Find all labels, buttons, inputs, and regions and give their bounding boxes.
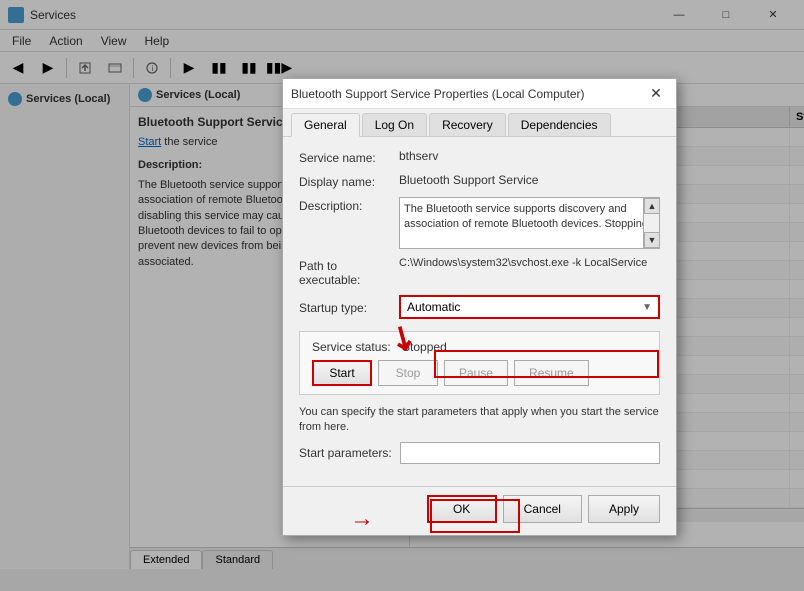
display-name-label: Display name: — [299, 173, 399, 189]
stop-button[interactable]: Stop — [378, 360, 438, 386]
description-text: The Bluetooth service supports discovery… — [404, 203, 648, 230]
dialog-tab-recovery[interactable]: Recovery — [429, 113, 506, 136]
cancel-button[interactable]: Cancel — [503, 495, 582, 523]
params-row: Start parameters: — [299, 442, 660, 464]
params-section: You can specify the start parameters tha… — [299, 405, 660, 464]
dropdown-arrow-icon: ▼ — [642, 302, 652, 313]
display-name-row: Display name: Bluetooth Support Service — [299, 173, 660, 189]
status-label-text: Service status: Stopped — [312, 340, 647, 354]
apply-button[interactable]: Apply — [588, 495, 660, 523]
description-field-label: Description: — [299, 197, 399, 213]
params-note: You can specify the start parameters tha… — [299, 405, 660, 436]
description-scrollbar[interactable]: ▲ ▼ — [643, 198, 659, 248]
resume-button[interactable]: Resume — [514, 360, 589, 386]
scroll-up-arrow[interactable]: ▲ — [644, 198, 660, 214]
dialog-tabs: General Log On Recovery Dependencies — [283, 109, 676, 137]
display-name-value: Bluetooth Support Service — [399, 173, 660, 187]
dialog-tab-general[interactable]: General — [291, 113, 360, 137]
status-buttons: Start Stop Pause Resume — [312, 360, 647, 386]
service-name-label: Service name: — [299, 149, 399, 165]
path-value: C:\Windows\system32\svchost.exe -k Local… — [399, 257, 647, 269]
startup-type-value: Automatic — [407, 300, 460, 314]
dialog-close-button[interactable]: ✕ — [644, 82, 668, 106]
dialog-tab-dependencies[interactable]: Dependencies — [508, 113, 611, 136]
pause-button[interactable]: Pause — [444, 360, 508, 386]
dialog-content: Service name: bthserv Display name: Blue… — [283, 137, 676, 486]
description-row: Description: The Bluetooth service suppo… — [299, 197, 660, 249]
startup-type-label: Startup type: — [299, 299, 399, 315]
status-section: Service status: Stopped Start Stop Pause… — [299, 331, 660, 395]
scroll-down-arrow[interactable]: ▼ — [644, 232, 660, 248]
service-name-value: bthserv — [399, 149, 660, 163]
params-label: Start parameters: — [299, 446, 392, 460]
description-field: The Bluetooth service supports discovery… — [399, 197, 660, 249]
startup-type-row: Startup type: Automatic ▼ — [299, 295, 660, 319]
status-label: Service status: — [312, 340, 391, 354]
path-label: Path to executable: — [299, 257, 399, 287]
dialog-tab-logon[interactable]: Log On — [362, 113, 427, 136]
params-input[interactable] — [400, 442, 660, 464]
dialog-buttons: OK Cancel Apply — [283, 486, 676, 535]
dialog-title-bar: Bluetooth Support Service Properties (Lo… — [283, 79, 676, 109]
service-name-row: Service name: bthserv — [299, 149, 660, 165]
start-button[interactable]: Start — [312, 360, 372, 386]
modal-overlay: Bluetooth Support Service Properties (Lo… — [0, 0, 804, 591]
startup-type-dropdown[interactable]: Automatic ▼ — [399, 295, 660, 319]
ok-button[interactable]: OK — [427, 495, 497, 523]
dialog: Bluetooth Support Service Properties (Lo… — [282, 78, 677, 536]
status-value: Stopped — [402, 340, 447, 354]
path-row: Path to executable: C:\Windows\system32\… — [299, 257, 660, 287]
dialog-title: Bluetooth Support Service Properties (Lo… — [291, 87, 584, 101]
